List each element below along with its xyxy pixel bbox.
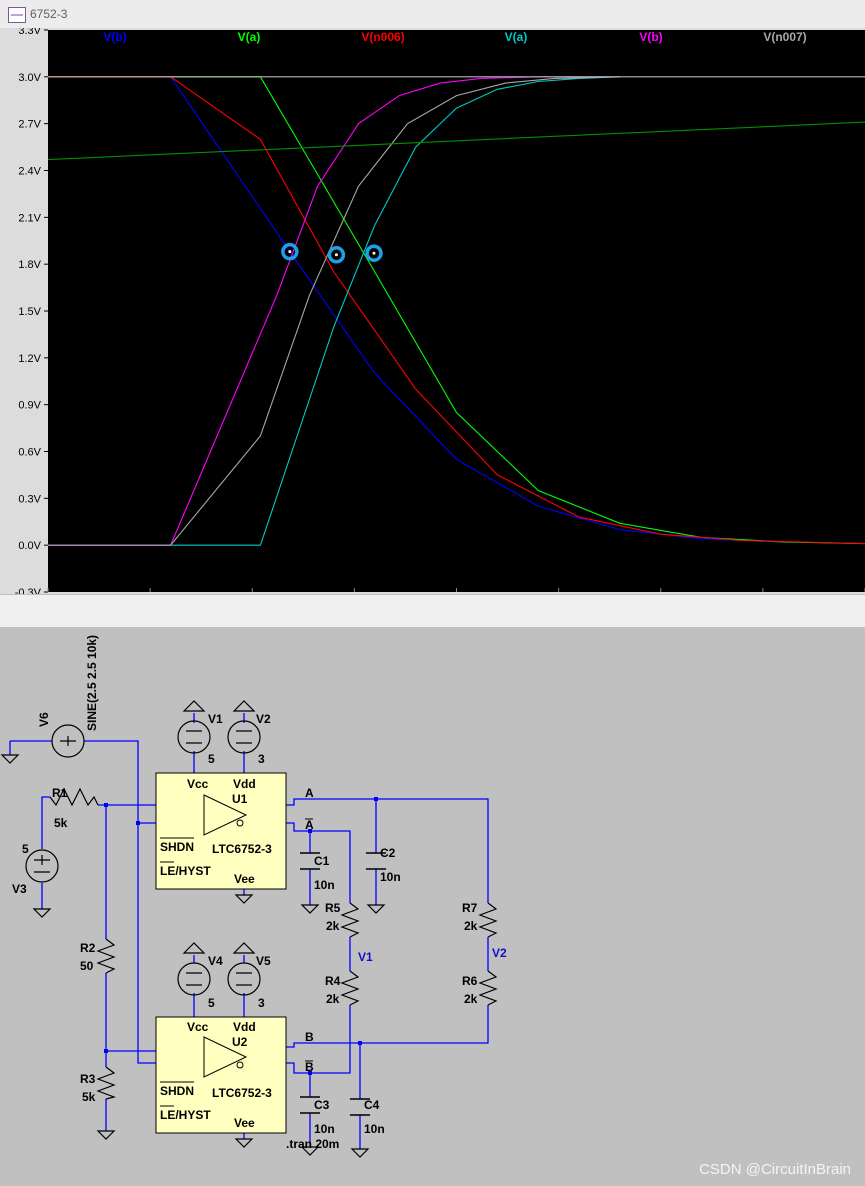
plot-area	[48, 30, 865, 592]
u1-vdd-pin-label: Vdd	[233, 777, 256, 791]
v5-label: V5	[256, 954, 271, 968]
net-label-a-bar: A	[305, 818, 314, 832]
u2-shdn-pin-label: SHDN	[160, 1084, 194, 1098]
v4-value: 5	[208, 996, 215, 1010]
u2-part-label: LTC6752-3	[212, 1086, 272, 1100]
r6-value: 2k	[464, 992, 478, 1006]
waveform-icon	[8, 7, 26, 23]
y-tick-label: 1.2V	[18, 353, 41, 365]
y-tick-label: 3.3V	[18, 28, 41, 37]
r2-label: R2	[80, 941, 96, 955]
y-tick-label: 2.7V	[18, 119, 41, 131]
r5-label: R5	[325, 901, 341, 915]
c1-label: C1	[314, 854, 330, 868]
v5-value: 3	[258, 996, 265, 1010]
legend-label: V(n007)	[763, 30, 806, 44]
cursor-marker-center	[334, 253, 338, 257]
u1-shdn-pin-label: SHDN	[160, 840, 194, 854]
y-tick-label: 1.5V	[18, 306, 41, 318]
c3-label: C3	[314, 1098, 330, 1112]
c2-label: C2	[380, 846, 396, 860]
u1-refdes: U1	[232, 792, 248, 806]
y-tick-label: 2.1V	[18, 212, 41, 224]
u1-le-pin-label: LE/HYST	[160, 864, 211, 878]
u1-vee-pin-label: Vee	[234, 872, 255, 886]
y-tick-label: 0.6V	[18, 447, 41, 459]
v4-label: V4	[208, 954, 223, 968]
u2-le-pin-label: LE/HYST	[160, 1108, 211, 1122]
net-label-v1: V1	[358, 950, 373, 964]
y-tick-label: 0.3V	[18, 493, 41, 505]
r3-value: 5k	[82, 1090, 96, 1104]
waveform-plot-pane[interactable]: 3.3V 3.0V 2.7V 2.4V 2.1V 1.8V 1.5V 1.2V 0.9V 0.6V…	[0, 28, 865, 594]
v3-value: 5	[22, 842, 29, 856]
y-tick-label: 3.0V	[18, 72, 41, 84]
pane-splitter[interactable]	[0, 594, 865, 628]
schematic-pane[interactable]: Vcc Vdd U1 LTC6752-3 SHDN LE/HYST Vee Vc…	[0, 627, 865, 1186]
r2-value: 50	[80, 959, 94, 973]
legend-label: V(a)	[505, 30, 528, 44]
spice-directive[interactable]: .tran 20m	[286, 1137, 339, 1151]
v1-label: V1	[208, 712, 223, 726]
v6-value: SINE(2.5 2.5 10k)	[85, 635, 99, 731]
legend-label: V(b)	[639, 30, 662, 44]
y-tick-label: 2.4V	[18, 166, 41, 178]
u1-vcc-pin-label: Vcc	[187, 777, 209, 791]
y-tick-label: -0.3V	[15, 587, 42, 594]
c4-label: C4	[364, 1098, 380, 1112]
waveform-chart[interactable]: 3.3V 3.0V 2.7V 2.4V 2.1V 1.8V 1.5V 1.2V 0.9V 0.6V…	[0, 28, 865, 594]
v1-value: 5	[208, 752, 215, 766]
c2-value: 10n	[380, 870, 401, 884]
y-tick-label: 1.8V	[18, 259, 41, 271]
r1-value: 5k	[54, 816, 68, 830]
c1-value: 10n	[314, 878, 335, 892]
net-label-b: B	[305, 1030, 314, 1044]
r4-label: R4	[325, 974, 341, 988]
legend-label: V(n006)	[361, 30, 404, 44]
c4-value: 10n	[364, 1122, 385, 1136]
net-label-v2: V2	[492, 946, 507, 960]
window-title: 6752-3	[30, 7, 68, 21]
net-label-b-bar: B	[305, 1060, 314, 1074]
r5-value: 2k	[326, 919, 340, 933]
r6-label: R6	[462, 974, 478, 988]
v2-value: 3	[258, 752, 265, 766]
cursor-marker-center	[288, 250, 292, 254]
window-titlebar: 6752-3	[0, 0, 865, 29]
u1-part-label: LTC6752-3	[212, 842, 272, 856]
legend-label: V(a)	[238, 30, 261, 44]
u2-vcc-pin-label: Vcc	[187, 1020, 209, 1034]
schematic-canvas[interactable]: Vcc Vdd U1 LTC6752-3 SHDN LE/HYST Vee Vc…	[0, 627, 865, 1186]
net-label-a: A	[305, 786, 314, 800]
r7-value: 2k	[464, 919, 478, 933]
u2-vdd-pin-label: Vdd	[233, 1020, 256, 1034]
c3-value: 10n	[314, 1122, 335, 1136]
cursor-marker-center	[372, 251, 376, 255]
y-tick-label: 0.0V	[18, 540, 41, 552]
v6-label: V6	[37, 712, 51, 727]
r7-label: R7	[462, 901, 478, 915]
legend-label: V(b)	[103, 30, 126, 44]
v3-label: V3	[12, 882, 27, 896]
y-tick-label: 0.9V	[18, 400, 41, 412]
r1-label: R1	[52, 786, 68, 800]
r3-label: R3	[80, 1072, 96, 1086]
v2-label: V2	[256, 712, 271, 726]
u2-refdes: U2	[232, 1035, 248, 1049]
u2-vee-pin-label: Vee	[234, 1116, 255, 1130]
r4-value: 2k	[326, 992, 340, 1006]
watermark: CSDN @CircuitInBrain	[699, 1161, 851, 1178]
